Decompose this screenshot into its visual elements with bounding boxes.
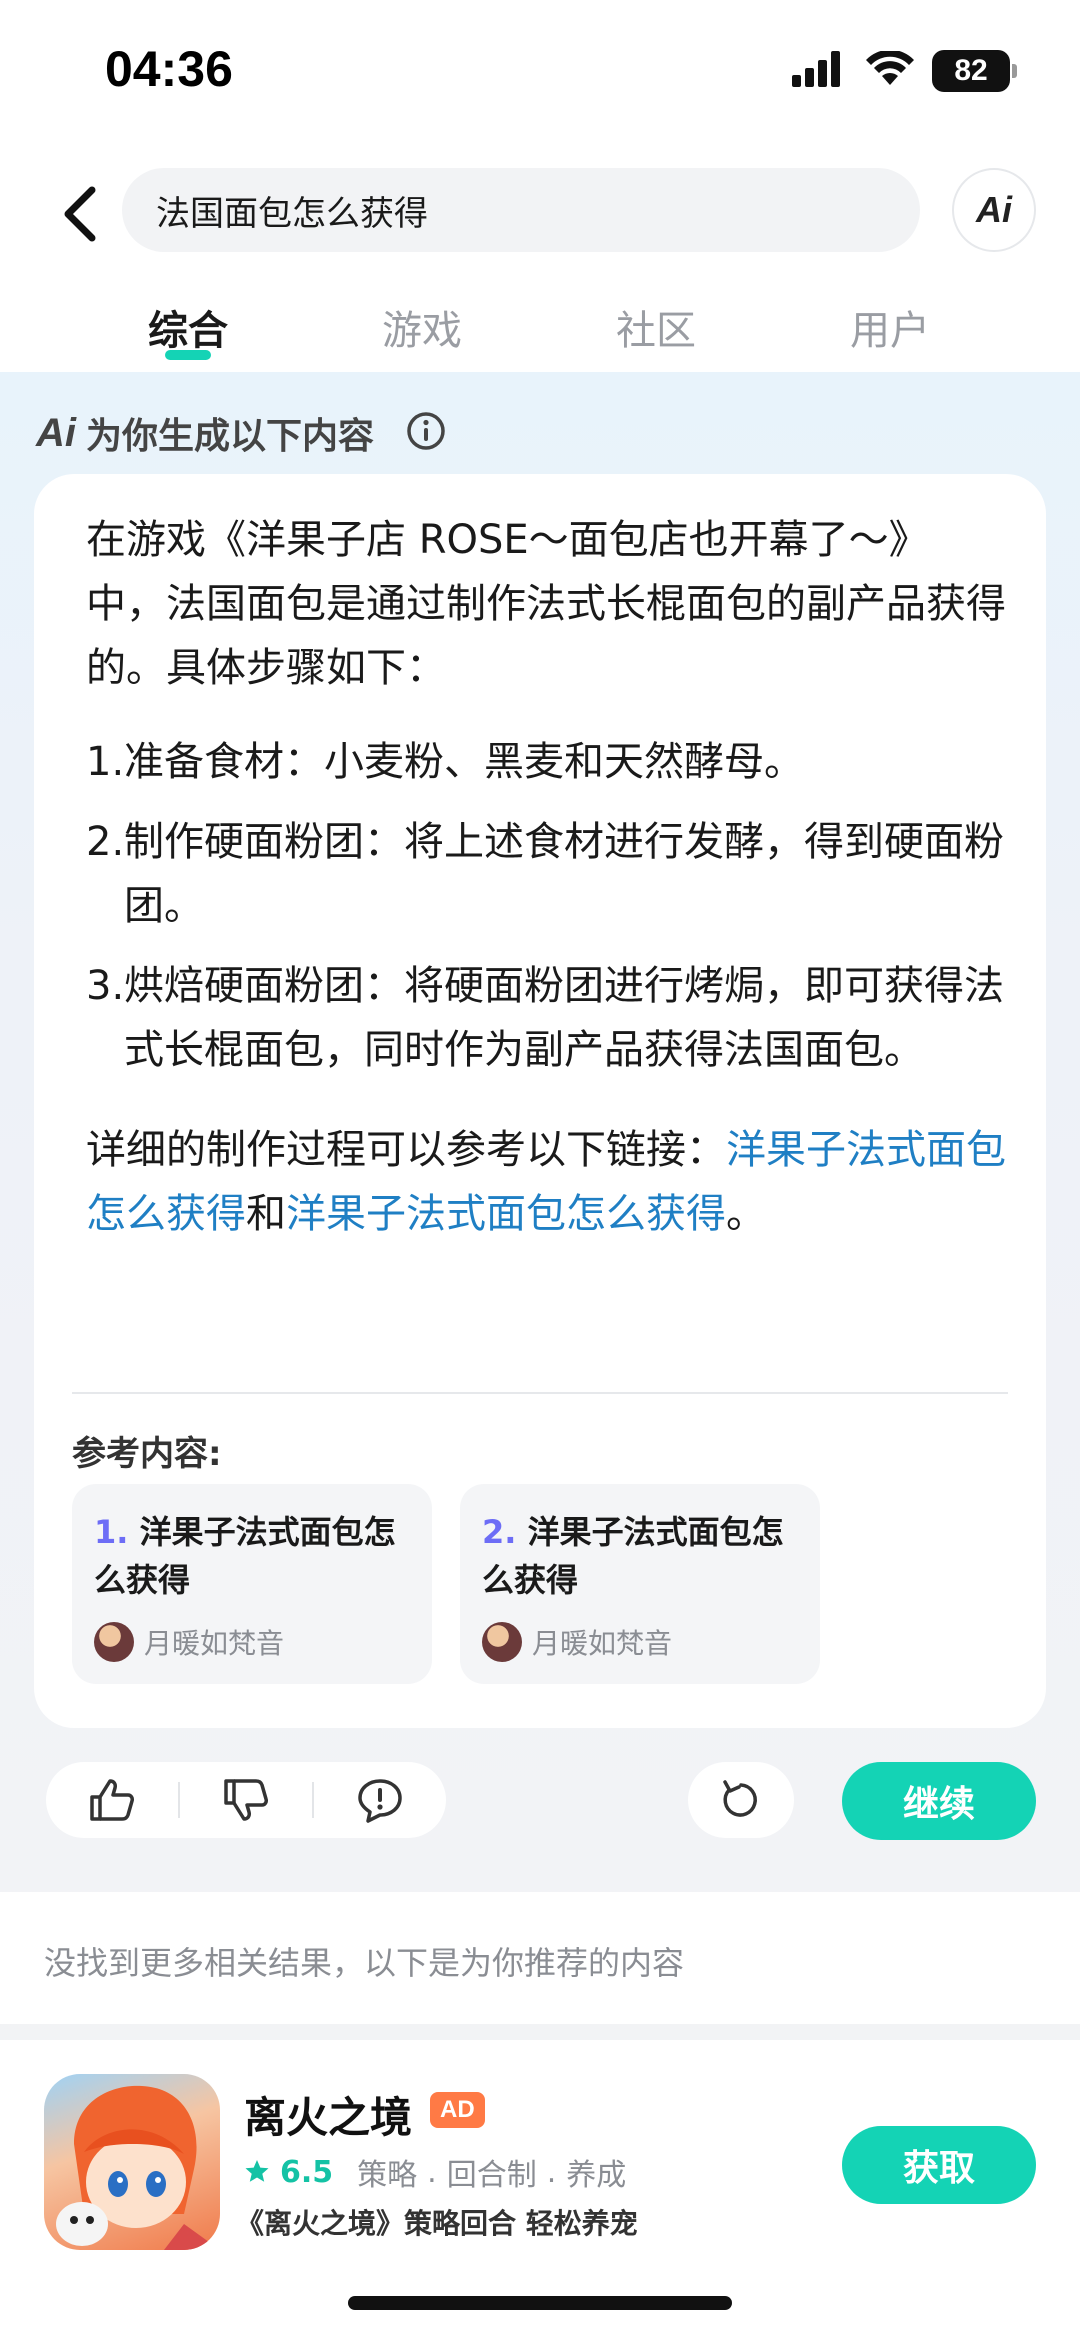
get-button[interactable]: 获取 [842,2126,1036,2204]
tab-label: 综合 [148,308,228,354]
back-button[interactable] [40,174,120,254]
step-text: 烘焙硬面粉团：将硬面粉团进行烤焗，即可获得法式长棍面包，同时作为副产品获得法国面… [124,963,1004,1073]
regenerate-button[interactable] [688,1762,794,1838]
ai-answer-text: 在游戏《洋果子店 ROSE～面包店也开幕了～》中，法国面包是通过制作法式长棍面包… [86,508,1006,1246]
game-app-icon[interactable] [44,2074,220,2250]
ad-tag: 养成 [566,2158,627,2193]
ai-section-title: 为你生成以下内容 [86,416,375,457]
outro-and: 和 [246,1191,286,1237]
thumbs-up-icon [90,1779,134,1821]
status-bar: 04:36 82 [0,0,1080,150]
report-button[interactable] [314,1762,446,1838]
tab-community[interactable]: 社区 [576,298,736,356]
feedback-bar [46,1762,446,1838]
author-name: 月暖如梵音 [532,1627,673,1660]
reference-title-text: 洋果子法式面包怎么获得 [482,1513,784,1599]
cellular-signal-icon [792,51,848,91]
home-indicator[interactable] [348,2296,732,2310]
ad-tag-separator: . [546,2154,557,2190]
outro-end: 。 [726,1191,766,1237]
ad-tag-separator: . [427,2154,437,2190]
step-text: 制作硬面粉团：将上述食材进行发酵，得到硬面粉团。 [124,819,1004,929]
step-text: 准备食材：小麦粉、黑麦和天然酵母。 [124,739,804,785]
battery-icon: 82 [932,50,1017,92]
reference-number: 2. [482,1513,517,1551]
info-icon[interactable] [406,411,446,455]
avatar [482,1622,522,1662]
thumbs-up-button[interactable] [46,1762,178,1838]
thumbs-down-button[interactable] [180,1762,312,1838]
ad-badge: AD [430,2092,485,2128]
reference-author: 月暖如梵音 [482,1622,672,1662]
answer-step: 3. 烘焙硬面粉团：将硬面粉团进行烤焗，即可获得法式长棍面包，同时作为副产品获得… [86,954,1006,1082]
step-number: 3. [86,963,125,1009]
search-input[interactable]: 法国面包怎么获得 [122,168,920,252]
ad-rating: 6.5 [280,2154,334,2190]
reference-number: 1. [94,1513,129,1551]
ad-game-meta: 6.5 策略 . 回合制 . 养成 [244,2150,626,2194]
top-nav: 法国面包怎么获得 Ai [0,160,1080,270]
refresh-icon [723,1780,757,1817]
reference-link-2[interactable]: 洋果子法式面包怎么获得 [286,1191,726,1237]
ad-game-row[interactable]: 离火之境 AD 6.5 策略 . 回合制 . 养成 《离火之境》策略回合 轻松养… [0,2040,1080,2280]
report-icon [358,1779,402,1823]
answer-step: 1. 准备食材：小麦粉、黑麦和天然酵母。 [86,730,1006,794]
reference-author: 月暖如梵音 [94,1622,284,1662]
reference-title-text: 洋果子法式面包怎么获得 [94,1513,396,1599]
search-tabs: 综合 游戏 社区 用户 [0,290,1080,370]
wifi-icon [866,49,914,91]
ai-assistant-button[interactable]: Ai [952,168,1036,252]
status-icons: 82 [792,48,1017,94]
reference-card[interactable]: 1. 洋果子法式面包怎么获得 月暖如梵音 [72,1484,432,1684]
recommendation-notice: 没找到更多相关结果，以下是为你推荐的内容 [0,1896,1080,2026]
ad-tag: 回合制 [446,2158,537,2193]
author-name: 月暖如梵音 [144,1627,285,1660]
ai-answer-card: 在游戏《洋果子店 ROSE～面包店也开幕了～》中，法国面包是通过制作法式长棍面包… [34,474,1046,1728]
avatar [94,1622,134,1662]
reference-card[interactable]: 2. 洋果子法式面包怎么获得 月暖如梵音 [460,1484,820,1684]
divider [72,1392,1008,1394]
tab-all[interactable]: 综合 [108,298,268,360]
thumbs-down-icon [224,1779,268,1821]
continue-button[interactable]: 继续 [842,1762,1036,1840]
section-gap [0,2024,1080,2040]
status-time: 04:36 [105,41,233,97]
step-number: 2. [86,819,125,865]
answer-intro: 在游戏《洋果子店 ROSE～面包店也开幕了～》中，法国面包是通过制作法式长棍面包… [86,517,1006,691]
ad-game-title: 离火之境 [244,2093,413,2142]
answer-step: 2. 制作硬面粉团：将上述食材进行发酵，得到硬面粉团。 [86,810,1006,938]
ad-tag: 策略 [357,2158,418,2193]
step-number: 1. [86,739,125,785]
reference-title: 2. 洋果子法式面包怎么获得 [482,1508,798,1604]
ai-section-header: Ai 为你生成以下内容 [36,408,446,458]
ai-logo-icon: Ai [36,410,76,455]
ad-description: 《离火之境》策略回合 轻松养宠 [236,2207,638,2240]
tab-users[interactable]: 用户 [810,298,970,356]
outro-prefix: 详细的制作过程可以参考以下链接： [86,1127,726,1173]
tab-games[interactable]: 游戏 [342,298,502,356]
recommendation-text: 没找到更多相关结果，以下是为你推荐的内容 [44,1944,685,1982]
reference-title: 1. 洋果子法式面包怎么获得 [94,1508,410,1604]
answer-outro: 详细的制作过程可以参考以下链接：洋果子法式面包怎么获得和洋果子法式面包怎么获得。 [86,1118,1006,1246]
back-arrow-icon [64,186,96,242]
star-icon [245,2160,269,2182]
references-title: 参考内容: [72,1434,222,1474]
